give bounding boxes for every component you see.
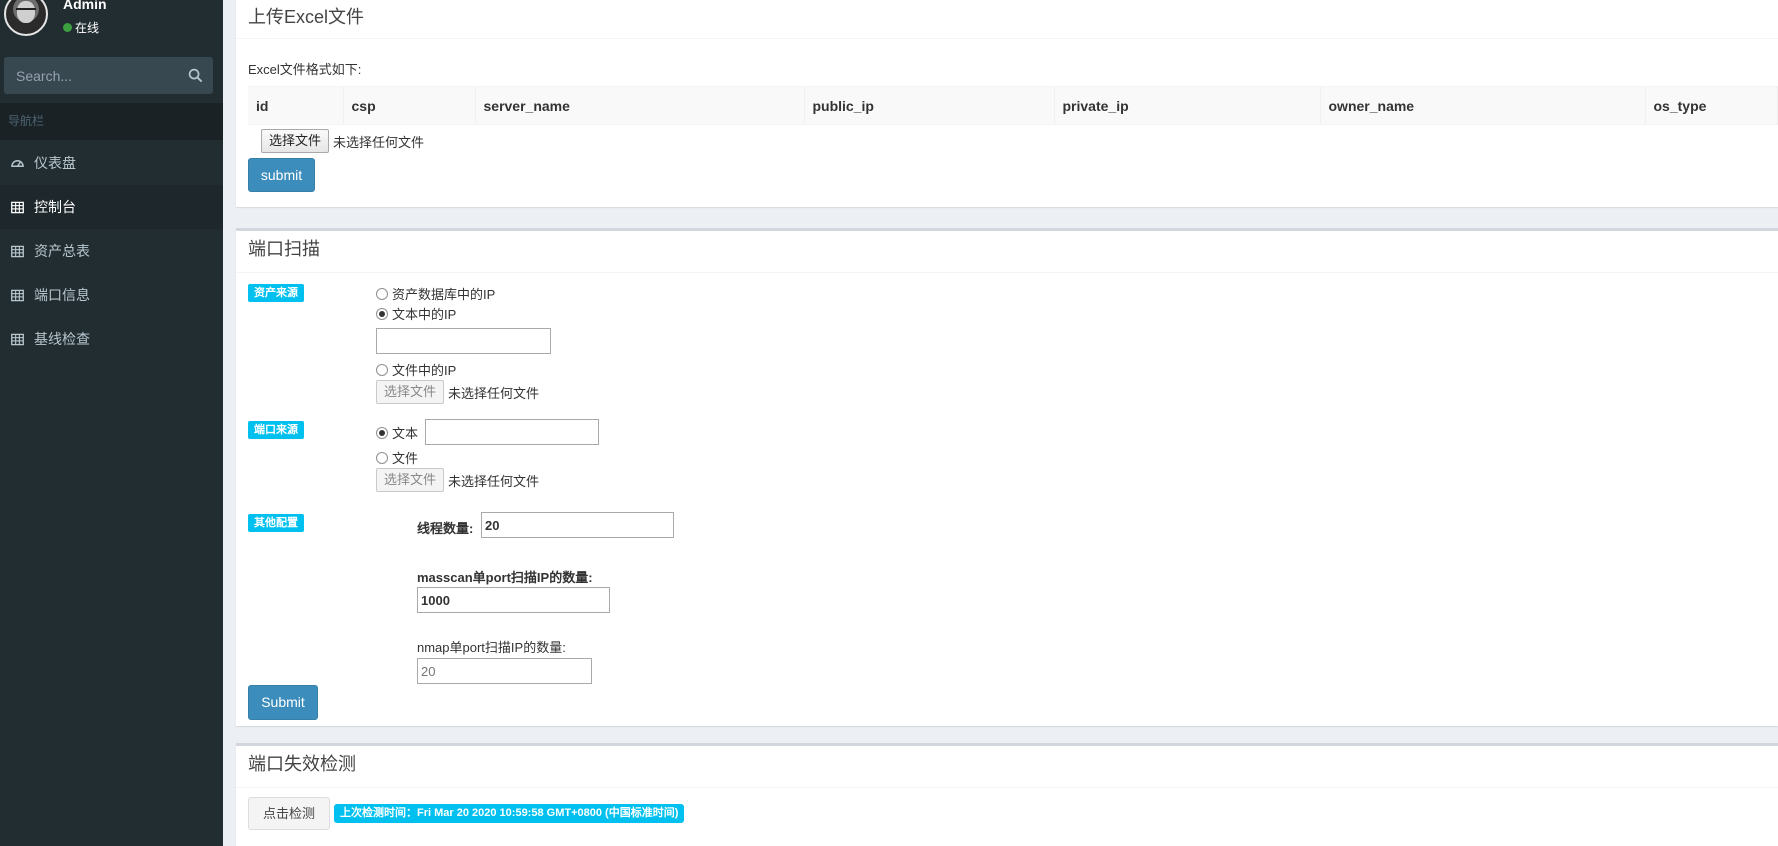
choose-file-button[interactable]: 选择文件 xyxy=(261,129,330,153)
column-header: id xyxy=(248,86,344,125)
port-file-picker: 选择文件 未选择任何文件 xyxy=(376,468,539,492)
table-icon xyxy=(11,201,24,213)
sidebar-search xyxy=(4,57,213,94)
asset-ip-text-input[interactable] xyxy=(376,328,551,354)
choose-file-button[interactable]: 选择文件 xyxy=(376,380,445,404)
online-status-icon xyxy=(63,23,72,32)
search-icon[interactable] xyxy=(188,68,203,83)
column-header: public_ip xyxy=(804,86,1055,125)
upload-excel-box: 上传Excel文件 Excel文件格式如下: id csp server_nam… xyxy=(236,0,1778,207)
user-panel: Admin 在线 xyxy=(0,0,223,48)
nav-header: 导航栏 xyxy=(0,103,223,140)
radio-button[interactable] xyxy=(376,451,388,464)
file-status: 未选择任何文件 xyxy=(448,385,540,401)
port-scan-title: 端口扫描 xyxy=(236,231,1778,273)
port-check-box: 端口失效检测 点击检测 上次检测时间：Fri Mar 20 2020 10:59… xyxy=(236,743,1778,846)
table-icon xyxy=(11,245,24,257)
upload-submit-button[interactable]: submit xyxy=(248,158,315,192)
choose-file-button[interactable]: 选择文件 xyxy=(376,468,445,492)
user-status-label: 在线 xyxy=(75,21,100,35)
nmap-label: nmap单port扫描IP的数量: xyxy=(417,640,566,655)
sidebar-item-asset-table[interactable]: 资产总表 xyxy=(0,229,223,273)
threads-input[interactable] xyxy=(481,512,674,538)
asset-option-db[interactable]: 资产数据库中的IP xyxy=(376,284,495,303)
asset-option-text[interactable]: 文本中的IP xyxy=(376,304,456,323)
radio-label: 文本 xyxy=(392,426,419,441)
run-check-button[interactable]: 点击检测 xyxy=(248,797,330,830)
port-option-text[interactable]: 文本 xyxy=(376,423,418,442)
sidebar-item-label: 资产总表 xyxy=(34,243,90,259)
radio-button[interactable] xyxy=(376,287,388,300)
column-header: private_ip xyxy=(1054,86,1321,125)
format-label: Excel文件格式如下: xyxy=(248,62,362,77)
radio-label: 文件 xyxy=(392,451,419,466)
port-option-file[interactable]: 文件 xyxy=(376,448,418,467)
radio-button[interactable] xyxy=(376,363,388,376)
sidebar: Admin 在线 导航栏 仪表盘 xyxy=(0,0,223,846)
radio-button-checked[interactable] xyxy=(376,426,388,439)
masscan-label: masscan单port扫描IP的数量: xyxy=(417,570,593,585)
sidebar-item-dashboard[interactable]: 仪表盘 xyxy=(0,141,223,185)
nmap-input[interactable] xyxy=(417,658,592,684)
scan-submit-button[interactable]: Submit xyxy=(248,685,318,720)
user-status: 在线 xyxy=(63,19,99,36)
other-config-label: 其他配置 xyxy=(248,514,304,532)
excel-file-picker: 选择文件 未选择任何文件 xyxy=(261,129,424,153)
sidebar-search-input[interactable] xyxy=(4,57,164,94)
user-avatar xyxy=(4,0,48,36)
radio-label: 文本中的IP xyxy=(392,307,457,322)
sidebar-item-label: 控制台 xyxy=(34,199,76,215)
column-header: server_name xyxy=(475,86,805,125)
table-icon xyxy=(11,333,24,345)
sidebar-item-baseline-check[interactable]: 基线检查 xyxy=(0,317,223,361)
port-source-label: 端口来源 xyxy=(248,421,304,439)
table-icon xyxy=(11,289,24,301)
last-check-time-badge: 上次检测时间：Fri Mar 20 2020 10:59:58 GMT+0800… xyxy=(334,804,685,823)
upload-excel-title: 上传Excel文件 xyxy=(236,0,1778,39)
masscan-input[interactable] xyxy=(417,587,610,613)
sidebar-item-label: 基线检查 xyxy=(34,331,90,347)
sidebar-item-label: 仪表盘 xyxy=(34,155,76,171)
nav-list: 仪表盘 控制台 资产总表 端口信息 基线检查 xyxy=(0,141,223,361)
port-text-input[interactable] xyxy=(425,419,599,445)
file-status: 未选择任何文件 xyxy=(333,134,425,150)
port-scan-box: 端口扫描 资产来源 资产数据库中的IP 文本中的IP 文件中的IP 选择文件 未… xyxy=(236,228,1778,726)
radio-label: 文件中的IP xyxy=(392,363,457,378)
user-name: Admin xyxy=(63,0,107,12)
column-header: owner_name xyxy=(1320,86,1646,125)
threads-label: 线程数量: xyxy=(417,521,474,536)
sidebar-item-console[interactable]: 控制台 xyxy=(0,185,223,229)
main-content: 上传Excel文件 Excel文件格式如下: id csp server_nam… xyxy=(236,0,1778,846)
file-status: 未选择任何文件 xyxy=(448,473,540,489)
column-header: os_type xyxy=(1645,86,1778,125)
dashboard-icon xyxy=(11,159,24,167)
asset-file-picker: 选择文件 未选择任何文件 xyxy=(376,380,539,404)
sidebar-item-label: 端口信息 xyxy=(34,287,90,303)
radio-button-checked[interactable] xyxy=(376,307,388,320)
column-header: csp xyxy=(343,86,476,125)
port-check-title: 端口失效检测 xyxy=(236,746,1778,788)
asset-source-label: 资产来源 xyxy=(248,284,304,302)
radio-label: 资产数据库中的IP xyxy=(392,287,496,302)
asset-option-file[interactable]: 文件中的IP xyxy=(376,360,456,379)
sidebar-item-port-info[interactable]: 端口信息 xyxy=(0,273,223,317)
format-table: id csp server_name public_ip private_ip … xyxy=(248,86,1778,125)
